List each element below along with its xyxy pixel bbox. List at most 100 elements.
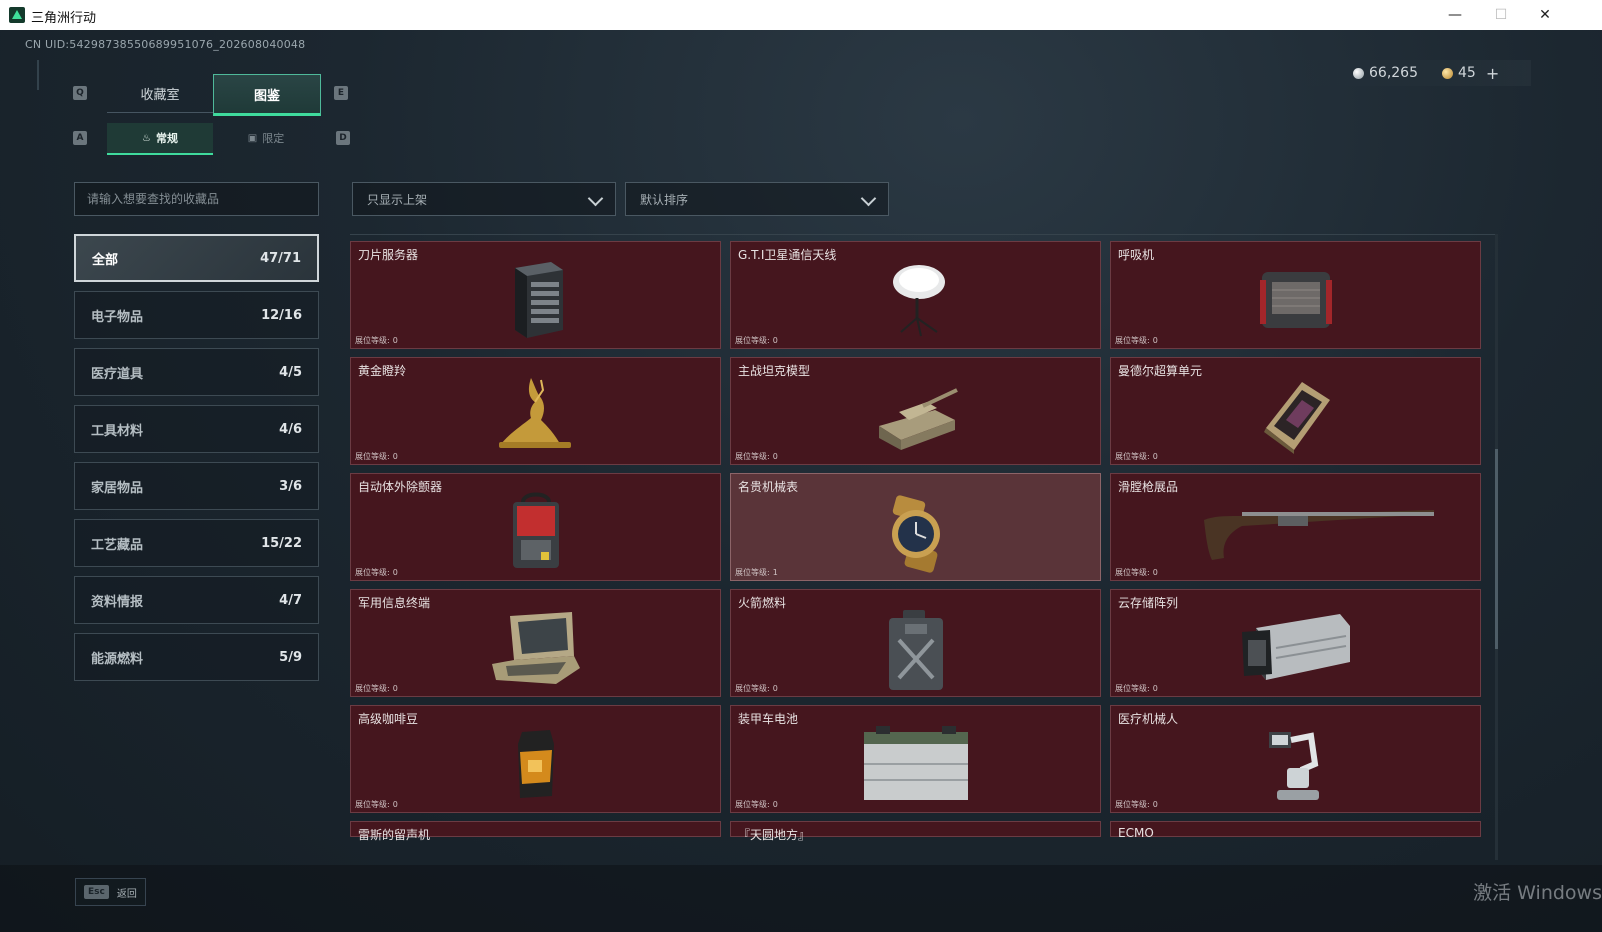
item-card[interactable]: 呼吸机 展位等级: 0 — [1110, 241, 1481, 349]
scroll-thumb[interactable] — [1495, 449, 1498, 649]
silver-amount: 66,265 — [1369, 65, 1418, 81]
silver-coin-icon — [1353, 67, 1364, 79]
tab-regular-label: 常规 — [155, 132, 178, 145]
window-titlebar: 三角洲行动 — ☐ ✕ — [0, 0, 1602, 30]
item-level: 展位等级: 0 — [355, 799, 398, 810]
esc-key-hint: Esc — [84, 885, 109, 899]
item-level: 展位等级: 0 — [735, 683, 778, 694]
item-card[interactable]: 雷斯的留声机 — [350, 821, 721, 842]
back-button[interactable]: Esc 返回 — [75, 878, 146, 906]
level-value: 1 — [772, 568, 778, 577]
tank-model-icon — [878, 388, 958, 450]
category-label: 资料情报 — [91, 594, 144, 610]
musket-icon — [1203, 510, 1434, 560]
defibrillator-icon — [512, 492, 559, 568]
item-name: 火箭燃料 — [738, 596, 787, 610]
gold-coin-icon — [1442, 67, 1453, 79]
level-label: 展位等级: — [735, 800, 770, 809]
level-label: 展位等级: — [1115, 684, 1150, 693]
category-list: 全部 47/71 电子物品 12/16 医疗道具 4/5 工具材料 4/6 家居… — [74, 234, 319, 690]
level-label: 展位等级: — [355, 568, 390, 577]
battery-icon — [863, 726, 968, 800]
tab-regular[interactable]: ♨ 常规 — [107, 123, 213, 155]
item-card[interactable]: 名贵机械表 展位等级: 1 — [730, 473, 1101, 581]
maximize-button[interactable]: ☐ — [1478, 0, 1524, 30]
item-grid-viewport[interactable]: 刀片服务器 展位等级: 0 G.T.I卫星通信天线 展位等级: 0 呼吸机 展位… — [350, 234, 1498, 861]
item-card[interactable]: 滑膛枪展品 展位等级: 0 — [1110, 473, 1481, 581]
category-count: 47/71 — [260, 250, 301, 266]
item-card[interactable]: 火箭燃料 展位等级: 0 — [730, 589, 1101, 697]
item-name: 名贵机械表 — [738, 480, 799, 494]
sub-tabs: ♨ 常规 ▣ 限定 — [107, 123, 319, 155]
category-energy[interactable]: 能源燃料 5/9 — [74, 633, 319, 681]
decor-line — [37, 60, 39, 90]
item-level: 展位等级: 0 — [735, 451, 778, 462]
key-hint-a: A — [73, 131, 87, 145]
item-card[interactable]: 自动体外除颤器 展位等级: 0 — [350, 473, 721, 581]
level-label: 展位等级: — [355, 800, 390, 809]
terminal-case-icon — [491, 612, 580, 684]
tab-catalog[interactable]: 图鉴 — [213, 74, 321, 116]
level-value: 0 — [392, 336, 398, 345]
add-currency-button[interactable]: + — [1486, 64, 1499, 83]
category-label: 电子物品 — [91, 309, 144, 325]
item-level: 展位等级: 0 — [355, 451, 398, 462]
category-medical[interactable]: 医疗道具 4/5 — [74, 348, 319, 396]
search-input[interactable] — [74, 182, 319, 216]
category-count: 3/6 — [279, 478, 302, 494]
item-card[interactable]: 军用信息终端 展位等级: 0 — [350, 589, 721, 697]
level-label: 展位等级: — [355, 336, 390, 345]
level-value: 0 — [392, 452, 398, 461]
window-title: 三角洲行动 — [31, 11, 97, 26]
minimize-button[interactable]: — — [1432, 0, 1478, 30]
item-name: 滑膛枪展品 — [1118, 480, 1179, 494]
windows-activation-watermark: 激活 Windows — [1473, 882, 1602, 904]
sort-dropdown[interactable]: 默认排序 — [625, 182, 889, 216]
item-name: 黄金瞪羚 — [358, 364, 407, 378]
item-card[interactable]: 『天圆地方』 — [730, 821, 1101, 842]
item-level: 展位等级: 0 — [1115, 451, 1158, 462]
item-name: 雷斯的留声机 — [358, 828, 431, 842]
level-label: 展位等级: — [1115, 568, 1150, 577]
level-value: 0 — [772, 336, 778, 345]
tab-limited[interactable]: ▣ 限定 — [213, 123, 319, 153]
level-label: 展位等级: — [355, 452, 390, 461]
item-name: 装甲车电池 — [738, 712, 799, 726]
shelf-filter-dropdown[interactable]: 只显示上架 — [352, 182, 616, 216]
category-count: 4/5 — [279, 364, 302, 380]
category-intel[interactable]: 资料情报 4/7 — [74, 576, 319, 624]
category-crafts[interactable]: 工艺藏品 15/22 — [74, 519, 319, 567]
category-household[interactable]: 家居物品 3/6 — [74, 462, 319, 510]
category-tools[interactable]: 工具材料 4/6 — [74, 405, 319, 453]
item-level: 展位等级: 0 — [735, 335, 778, 346]
item-name: 主战坦克模型 — [738, 364, 811, 378]
level-label: 展位等级: — [355, 684, 390, 693]
item-name: ECMO — [1118, 826, 1154, 840]
grid-scrollbar[interactable] — [1495, 234, 1498, 860]
tab-collection-room[interactable]: 收藏室 — [107, 74, 213, 113]
item-card[interactable]: 医疗机械人 展位等级: 0 — [1110, 705, 1481, 813]
item-level: 展位等级: 0 — [355, 683, 398, 694]
item-card[interactable]: ECMO — [1110, 821, 1481, 840]
item-card[interactable]: 云存储阵列 展位等级: 0 — [1110, 589, 1481, 697]
item-card[interactable]: 高级咖啡豆 展位等级: 0 — [350, 705, 721, 813]
category-label: 工艺藏品 — [91, 537, 144, 553]
item-name: 刀片服务器 — [358, 248, 419, 262]
app-logo-icon — [9, 7, 25, 23]
item-name: 曼德尔超算单元 — [1118, 364, 1203, 378]
category-label: 能源燃料 — [91, 651, 144, 667]
item-card[interactable]: 刀片服务器 展位等级: 0 — [350, 241, 721, 349]
coffee-bag-icon — [517, 730, 554, 798]
category-count: 4/7 — [279, 592, 302, 608]
category-all[interactable]: 全部 47/71 — [74, 234, 319, 282]
fuel-can-icon — [888, 610, 943, 690]
item-card[interactable]: G.T.I卫星通信天线 展位等级: 0 — [730, 241, 1101, 349]
item-card[interactable]: 曼德尔超算单元 展位等级: 0 — [1110, 357, 1481, 465]
item-name: 军用信息终端 — [358, 596, 431, 610]
footer-bar: Esc 返回 — [0, 865, 1602, 932]
item-card[interactable]: 装甲车电池 展位等级: 0 — [730, 705, 1101, 813]
category-electronics[interactable]: 电子物品 12/16 — [74, 291, 319, 339]
item-card[interactable]: 黄金瞪羚 展位等级: 0 — [350, 357, 721, 465]
close-button[interactable]: ✕ — [1522, 0, 1568, 30]
item-card[interactable]: 主战坦克模型 展位等级: 0 — [730, 357, 1101, 465]
